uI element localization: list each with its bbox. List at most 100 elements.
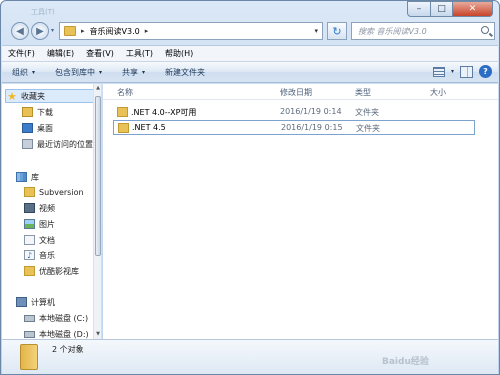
nav-recent-label: 最近访问的位置	[37, 139, 93, 149]
menu-help[interactable]: 帮助(H)	[159, 48, 199, 59]
folder-icon	[64, 26, 76, 36]
navigation-pane: ★ 收藏夹 下载 桌面 最近访问的位置 库 Subversion 视频 图片 文…	[2, 84, 102, 339]
scroll-up-icon[interactable]: ▲	[94, 84, 101, 93]
nav-downloads-label: 下载	[37, 107, 53, 117]
minimize-button[interactable]: –	[407, 1, 431, 17]
nav-documents[interactable]: 文档	[24, 233, 55, 247]
watermark: Baidu经验	[382, 357, 429, 367]
window-controls: – □ ✕	[407, 1, 493, 17]
nav-pictures[interactable]: 图片	[24, 217, 55, 231]
new-folder-button[interactable]: 新建文件夹	[155, 67, 215, 78]
share-button[interactable]: 共享 ▾	[112, 67, 155, 78]
address-dropdown[interactable]: ▾	[314, 27, 318, 35]
nav-youku[interactable]: 优酷影视库	[24, 264, 79, 278]
details-pane: 2 个对象 Baidu经验	[2, 339, 498, 374]
nav-music-label: 音乐	[39, 250, 55, 260]
column-size[interactable]: 大小	[430, 87, 446, 98]
breadcrumb-separator[interactable]: ▸	[81, 27, 85, 35]
file-row[interactable]: .NET 4.0--XP可用 2016/1/19 0:14 文件夹	[113, 105, 475, 120]
address-bar[interactable]: ▸ 音乐阅读V3.0 ▸ ▾	[59, 22, 323, 40]
breadcrumb-current[interactable]: 音乐阅读V3.0	[90, 26, 140, 37]
nav-recent-places[interactable]: 最近访问的位置	[22, 137, 93, 151]
maximize-button[interactable]: □	[431, 1, 453, 17]
scroll-down-icon[interactable]: ▼	[94, 330, 101, 339]
star-icon: ★	[7, 89, 17, 103]
folder-icon	[118, 123, 129, 133]
change-view-icon[interactable]	[432, 66, 445, 77]
view-controls: ▾ ?	[432, 65, 492, 78]
file-date: 2016/1/19 0:15	[281, 123, 343, 132]
back-button[interactable]: ◀	[11, 22, 29, 40]
folder-icon	[24, 187, 35, 197]
nav-music[interactable]: ♪ 音乐	[24, 248, 55, 262]
breadcrumb-separator[interactable]: ▸	[145, 27, 149, 35]
search-input[interactable]: 搜索 音乐阅读V3.0	[351, 22, 495, 40]
video-icon	[24, 203, 35, 213]
file-date: 2016/1/19 0:14	[280, 107, 342, 116]
nav-libraries[interactable]: 库	[16, 170, 39, 184]
menu-edit[interactable]: 编辑(E)	[41, 48, 80, 59]
menu-file[interactable]: 文件(F)	[2, 48, 41, 59]
library-icon	[16, 172, 27, 182]
nav-downloads[interactable]: 下载	[22, 105, 53, 119]
nav-drive-c[interactable]: 本地磁盘 (C:)	[24, 311, 88, 325]
nav-favorites[interactable]: ★ 收藏夹	[5, 89, 97, 103]
downloads-folder-icon	[22, 107, 33, 117]
item-count: 2 个对象	[52, 345, 84, 354]
drive-icon	[24, 314, 35, 322]
nav-documents-label: 文档	[39, 235, 55, 245]
view-options-dropdown[interactable]: ▾	[451, 68, 454, 75]
new-folder-label: 新建文件夹	[165, 67, 206, 77]
nav-subversion[interactable]: Subversion	[24, 185, 84, 199]
menu-tools[interactable]: 工具(T)	[120, 48, 159, 59]
preview-pane-icon[interactable]	[460, 65, 473, 78]
menu-view[interactable]: 查看(V)	[80, 48, 120, 59]
explorer-window: 工具(T) – □ ✕ ◀ ▶ ▾ ▸ 音乐阅读V3.0 ▸ ▾ ↻ 搜索 音乐…	[0, 0, 500, 375]
folder-icon	[24, 266, 35, 276]
nav-computer-label: 计算机	[31, 297, 55, 307]
nav-scrollbar[interactable]: ▲ ▼	[93, 84, 101, 339]
folder-icon	[117, 107, 128, 117]
file-list: 名称 修改日期 类型 大小 .NET 4.0--XP可用 2016/1/19 0…	[103, 84, 498, 339]
desktop-icon	[22, 123, 33, 133]
window-title: 工具(T)	[31, 8, 55, 16]
nav-subversion-label: Subversion	[39, 187, 84, 197]
search-icon[interactable]	[481, 26, 489, 34]
nav-computer[interactable]: 计算机	[16, 295, 55, 309]
column-type[interactable]: 类型	[355, 87, 371, 98]
file-row[interactable]: .NET 4.5 2016/1/19 0:15 文件夹	[113, 120, 475, 135]
nav-libraries-label: 库	[31, 172, 39, 182]
picture-icon	[24, 219, 35, 229]
menu-bar: 文件(F) 编辑(E) 查看(V) 工具(T) 帮助(H)	[2, 45, 498, 61]
nav-videos[interactable]: 视频	[24, 201, 55, 215]
command-bar: 组织 ▾ 包含到库中 ▾ 共享 ▾ 新建文件夹 ▾ ?	[2, 61, 498, 83]
refresh-button[interactable]: ↻	[327, 22, 347, 40]
help-icon[interactable]: ?	[479, 65, 492, 78]
search-placeholder: 搜索 音乐阅读V3.0	[358, 26, 427, 36]
nav-desktop[interactable]: 桌面	[22, 121, 53, 135]
forward-button[interactable]: ▶	[31, 22, 49, 40]
file-type: 文件夹	[356, 124, 380, 133]
file-name: .NET 4.0--XP可用	[131, 108, 197, 117]
scroll-thumb[interactable]	[95, 96, 101, 256]
column-date[interactable]: 修改日期	[280, 87, 312, 98]
document-icon	[24, 235, 35, 245]
drive-icon	[24, 330, 35, 338]
chevron-down-icon: ▾	[142, 68, 146, 76]
nav-videos-label: 视频	[39, 203, 55, 213]
file-name: .NET 4.5	[132, 123, 166, 132]
column-header: 名称 修改日期 类型 大小	[103, 84, 498, 100]
nav-drive-c-label: 本地磁盘 (C:)	[39, 313, 89, 323]
include-in-library-button[interactable]: 包含到库中 ▾	[45, 67, 112, 78]
nav-favorites-label: 收藏夹	[21, 91, 45, 101]
column-name[interactable]: 名称	[117, 87, 133, 98]
chevron-down-icon: ▾	[99, 68, 103, 76]
folder-icon	[20, 344, 38, 370]
recent-places-icon	[22, 139, 33, 149]
nav-drive-d[interactable]: 本地磁盘 (D:)	[24, 327, 89, 339]
close-button[interactable]: ✕	[453, 1, 493, 17]
nav-drive-d-label: 本地磁盘 (D:)	[39, 329, 89, 339]
organize-button[interactable]: 组织 ▾	[2, 67, 45, 78]
include-in-library-label: 包含到库中	[55, 67, 96, 77]
recent-pages-dropdown[interactable]: ▾	[51, 27, 54, 34]
